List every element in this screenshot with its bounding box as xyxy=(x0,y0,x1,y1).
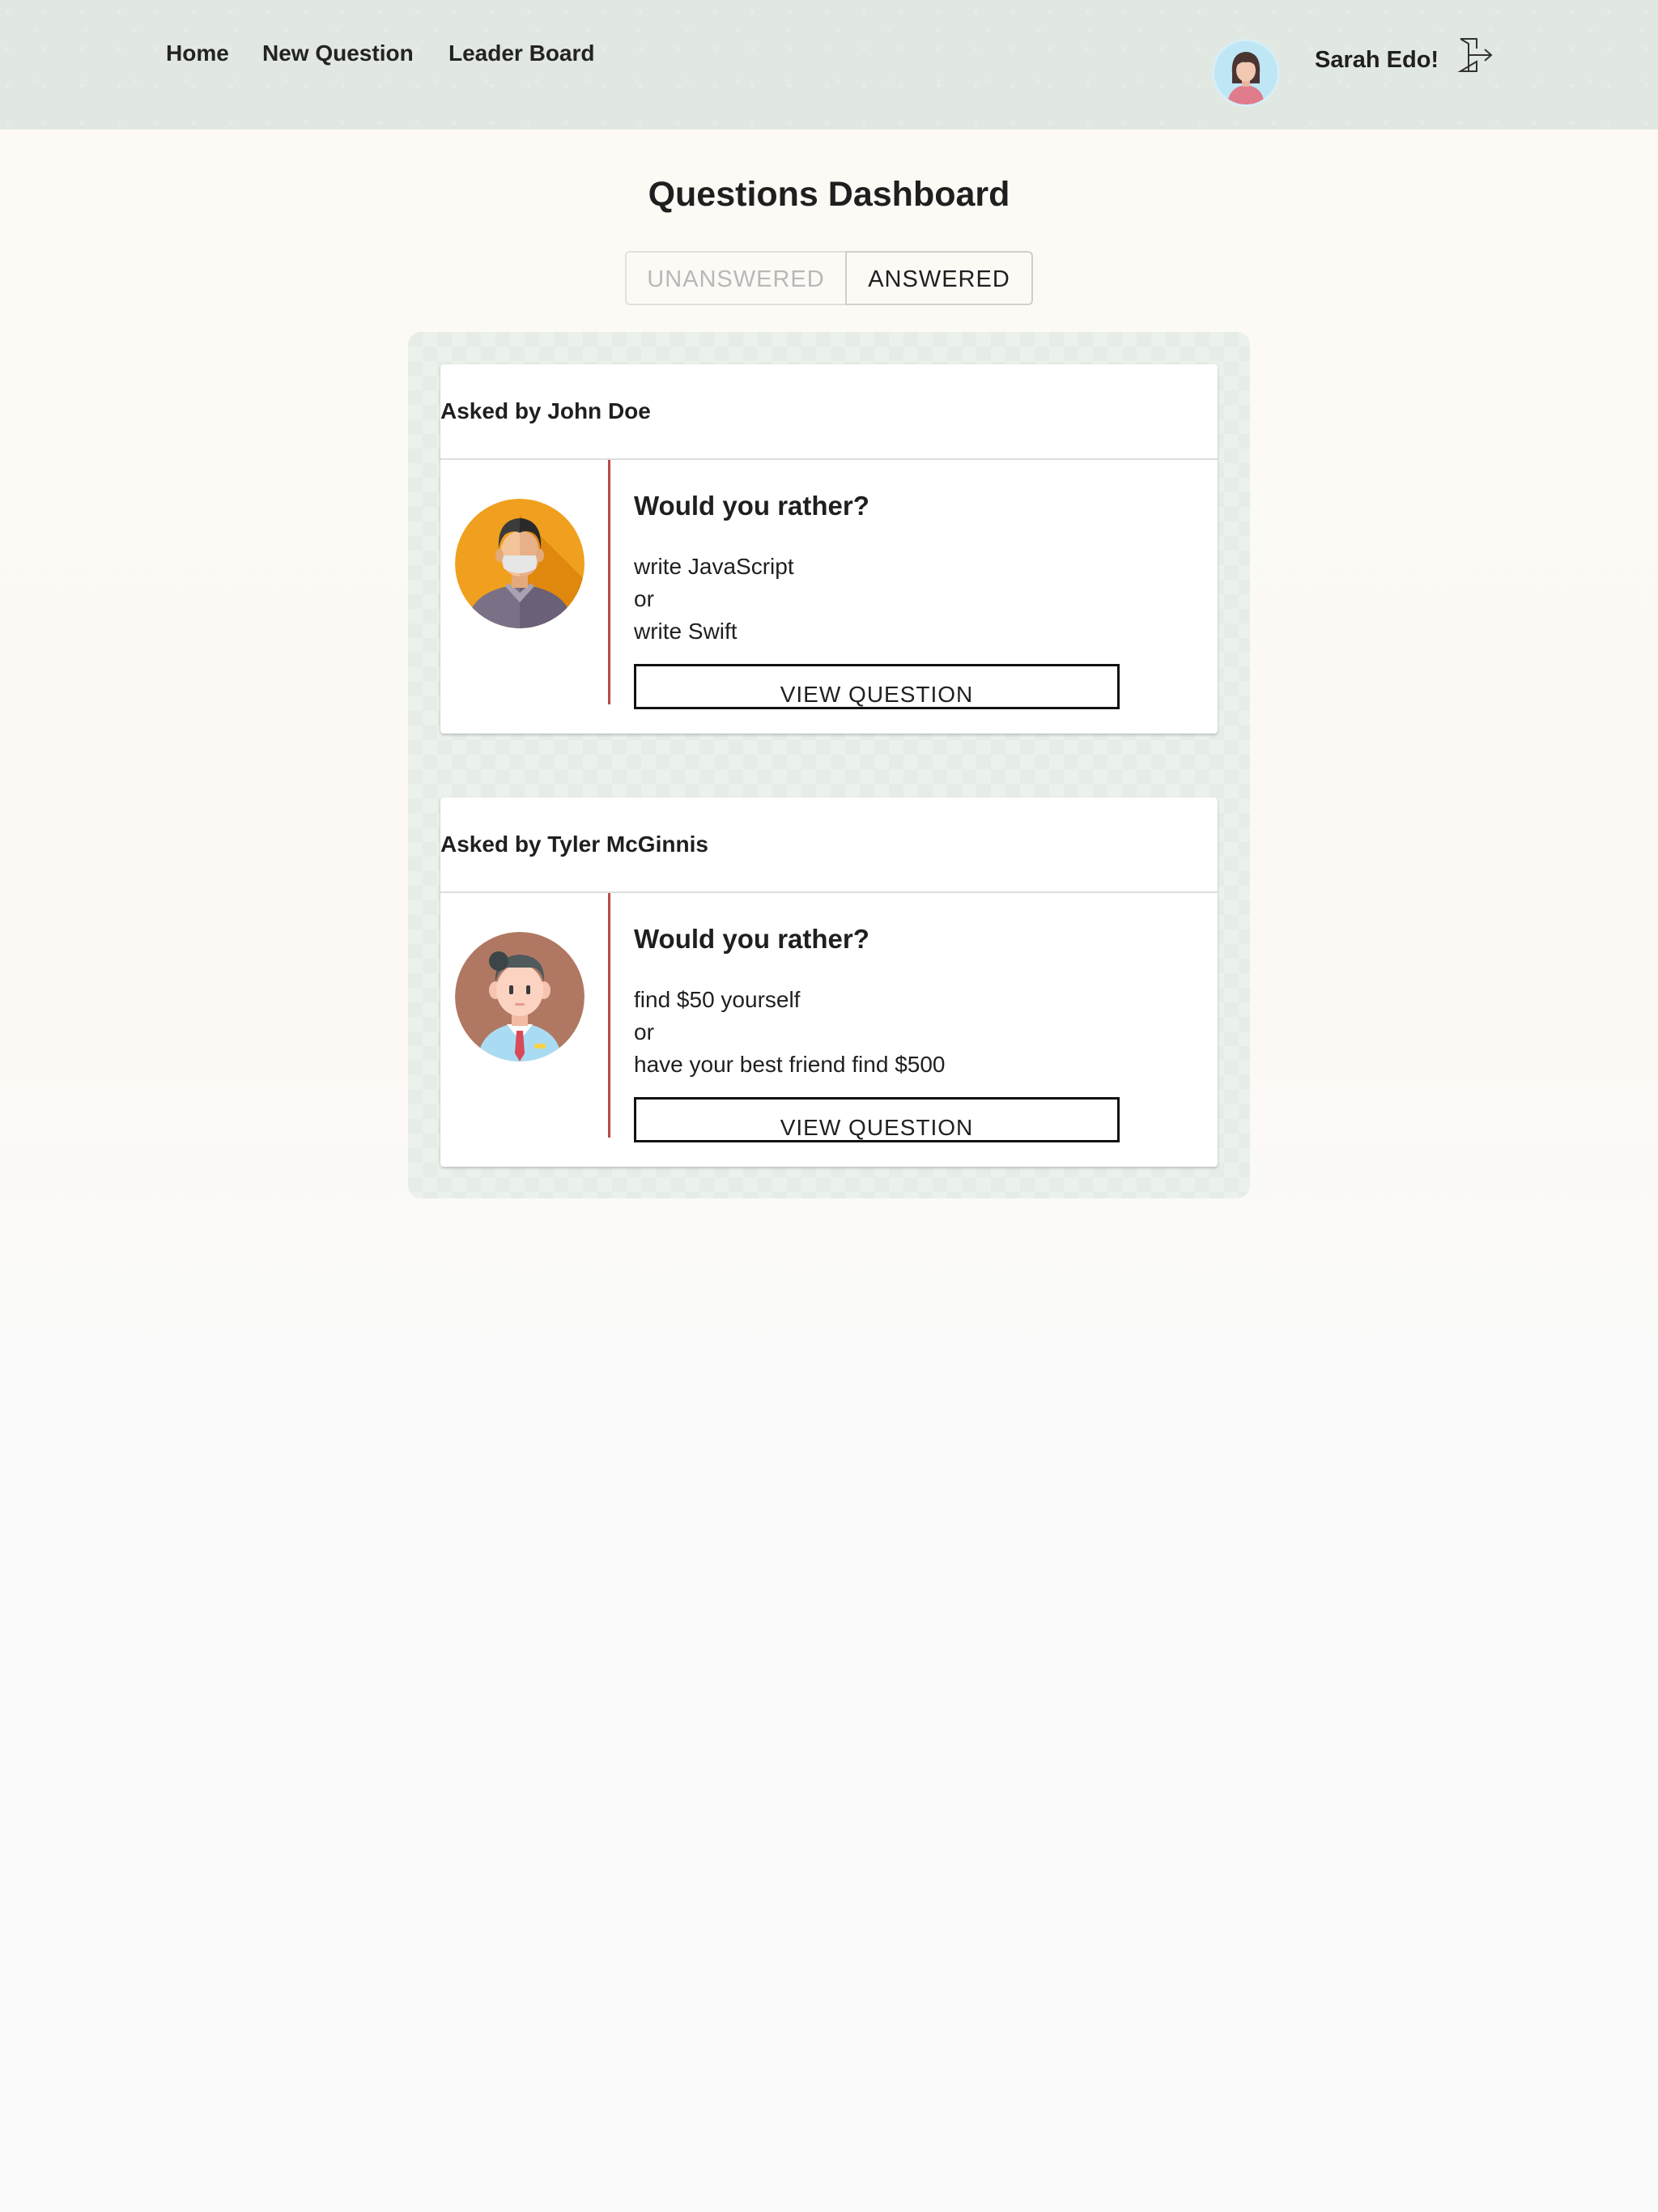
card-header: Asked by John Doe xyxy=(440,364,1218,460)
card-header: Asked by Tyler McGinnis xyxy=(440,798,1218,893)
page-title: Questions Dashboard xyxy=(648,175,1010,214)
view-question-button[interactable]: VIEW QUESTION xyxy=(634,664,1120,709)
option-two-text: write Swift xyxy=(634,619,738,644)
nav-home-link[interactable]: Home xyxy=(166,40,229,66)
card-divider xyxy=(608,893,610,1138)
question-prompt: Would you rather? xyxy=(634,491,869,521)
question-prompt: Would you rather? xyxy=(634,924,869,954)
nav-leader-board-link[interactable]: Leader Board xyxy=(449,40,595,66)
logout-button[interactable] xyxy=(1457,37,1494,73)
asked-by-label: Asked by Tyler McGinnis xyxy=(440,832,708,857)
question-card: Asked by Tyler McGinnis Would you rather… xyxy=(440,798,1218,1167)
card-divider xyxy=(608,460,610,704)
author-avatar xyxy=(455,932,585,1061)
question-list: Asked by John Doe Would you rather? writ… xyxy=(408,332,1250,1198)
nav-new-question-link[interactable]: New Question xyxy=(262,40,414,66)
question-card: Asked by John Doe Would you rather? writ… xyxy=(440,364,1218,734)
author-avatar xyxy=(455,499,585,628)
logout-door-icon xyxy=(1457,38,1493,72)
asked-by-label: Asked by John Doe xyxy=(440,398,651,423)
user-avatar xyxy=(1214,41,1278,104)
boy-avatar-icon xyxy=(455,932,585,1061)
top-navbar: Home New Question Leader Board Sarah Edo… xyxy=(0,0,1658,130)
option-two-text: have your best friend find $500 xyxy=(634,1052,946,1077)
woman-avatar-icon xyxy=(1214,41,1278,104)
tab-answered[interactable]: ANSWERED xyxy=(845,251,1033,305)
option-separator: or xyxy=(634,586,654,611)
view-question-button[interactable]: VIEW QUESTION xyxy=(634,1097,1120,1142)
tab-unanswered[interactable]: UNANSWERED xyxy=(625,251,845,305)
man-avatar-icon xyxy=(455,499,585,628)
option-separator: or xyxy=(634,1019,654,1044)
question-tabs: UNANSWERED ANSWERED xyxy=(625,251,1033,308)
option-one-text: find $50 yourself xyxy=(634,987,801,1012)
option-one-text: write JavaScript xyxy=(634,554,794,579)
user-greeting-name: Sarah Edo! xyxy=(1315,47,1439,73)
